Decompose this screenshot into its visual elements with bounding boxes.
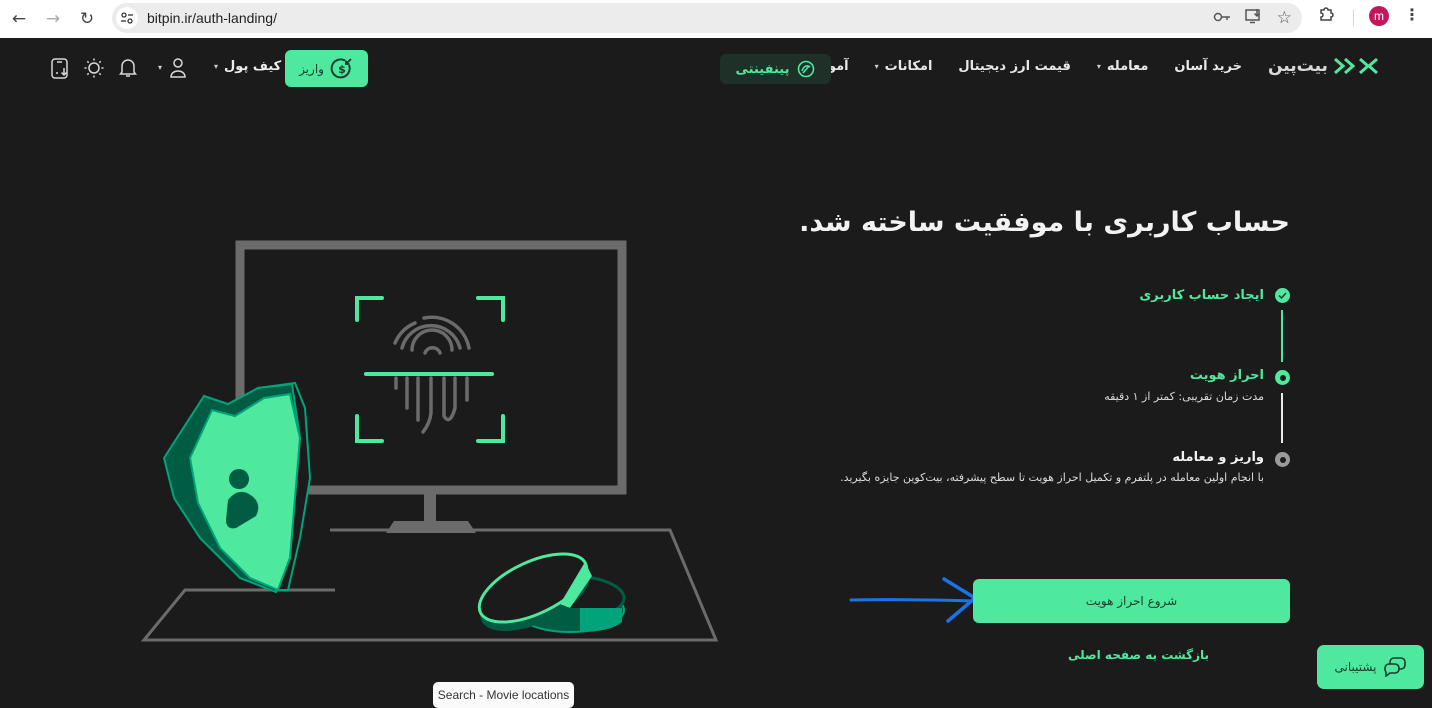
button-label: شروع احراز هویت [1085,594,1178,608]
caret-down-icon: ▾ [214,62,219,71]
caret-down-icon: ▾ [158,63,163,72]
sun-theme-icon[interactable] [84,58,104,82]
pinfinity-icon [798,60,815,78]
logo-text: بیت‌پین [1268,56,1328,76]
forward-arrow-icon[interactable]: → [36,2,70,36]
extensions-puzzle-icon[interactable] [1318,6,1334,26]
install-app-icon[interactable] [1245,8,1263,28]
user-icon [170,58,186,78]
tooltip: Search - Movie locations [433,682,574,708]
nav-trade[interactable]: معامله ▾ [1097,59,1149,74]
page-title: حساب کاربری با موفقیت ساخته شد. [799,207,1290,238]
wallet-menu[interactable]: کیف پول ▾ [214,59,281,74]
password-key-icon[interactable] [1213,9,1231,27]
step-connector-pending [1281,393,1283,443]
logo-mark-icon [1333,58,1378,74]
bell-icon[interactable] [119,58,137,82]
deposit-label: واریز [299,61,324,76]
svg-text:$: $ [338,63,346,76]
caret-down-icon: ▾ [1096,62,1101,71]
site-info-icon[interactable] [116,7,138,29]
check-circle-icon [1275,288,1290,303]
nav-label: قیمت ارز دیجیتال [958,59,1071,74]
site-header: بیت‌پین خرید آسان معامله ▾ قیمت ارز دیجی… [0,38,1432,100]
kebab-menu-icon[interactable]: ⋮ [1404,5,1420,24]
identity-verification-illustration [140,240,719,642]
step-description: با انجام اولین معامله در پلتفرم و تکمیل … [840,471,1264,484]
start-verification-button[interactable]: شروع احراز هویت [973,579,1290,623]
nav-crypto-prices[interactable]: قیمت ارز دیجیتال [958,59,1070,74]
step-label: ایجاد حساب کاربری [1139,288,1264,303]
wallet-label: کیف پول [224,59,282,74]
annotation-arrow-icon [849,577,977,623]
nav-label: خرید آسان [1174,59,1242,74]
shield-icon [162,381,312,594]
nav-label: امکانات [884,59,933,74]
monitor-neck [424,494,436,524]
support-label: پشتیبانی [1334,660,1377,674]
shield-user-head [229,469,249,489]
pinfinity-button[interactable]: پینفینتی [720,54,831,84]
step-label: احراز هویت [1189,368,1264,383]
address-bar[interactable]: bitpin.ir/auth-landing/ ☆ [112,3,1302,33]
url-text[interactable]: bitpin.ir/auth-landing/ [147,10,277,26]
app-download-icon[interactable] [51,58,70,84]
profile-avatar[interactable]: m [1369,6,1389,26]
deposit-coin-icon: $ [330,57,352,78]
step-description: مدت زمان تقریبی: کمتر از ۱ دقیقه [1104,390,1264,403]
nav-label: معامله [1106,59,1149,74]
chat-bubbles-icon [1384,657,1407,677]
bitpin-logo[interactable]: بیت‌پین [1268,56,1378,76]
browser-toolbar: ← → ↻ bitpin.ir/auth-landing/ ☆ m ⋮ [0,0,1432,38]
pending-step-dot-icon [1275,452,1290,467]
reload-icon[interactable]: ↻ [70,2,104,36]
nav-features[interactable]: امکانات ▾ [875,59,933,74]
caret-down-icon: ▾ [874,62,879,71]
bookmark-star-icon[interactable]: ☆ [1277,8,1292,28]
main-nav: خرید آسان معامله ▾ قیمت ارز دیجیتال امکا… [793,59,1242,74]
coins-icon [477,552,626,633]
support-button[interactable]: پشتیبانی [1317,645,1424,689]
step-connector-done [1281,310,1283,362]
back-arrow-icon[interactable]: ← [2,2,36,36]
deposit-button[interactable]: $ واریز [285,50,368,87]
toolbar-divider [1353,10,1354,26]
back-to-home-link[interactable]: بازگشت به صفحه اصلی [1068,648,1209,662]
step-label: واریز و معامله [1172,450,1264,465]
monitor-base [386,521,476,533]
pinfinity-label: پینفینتی [735,61,790,77]
current-step-dot-icon [1275,370,1290,385]
nav-easy-buy[interactable]: خرید آسان [1174,59,1242,74]
